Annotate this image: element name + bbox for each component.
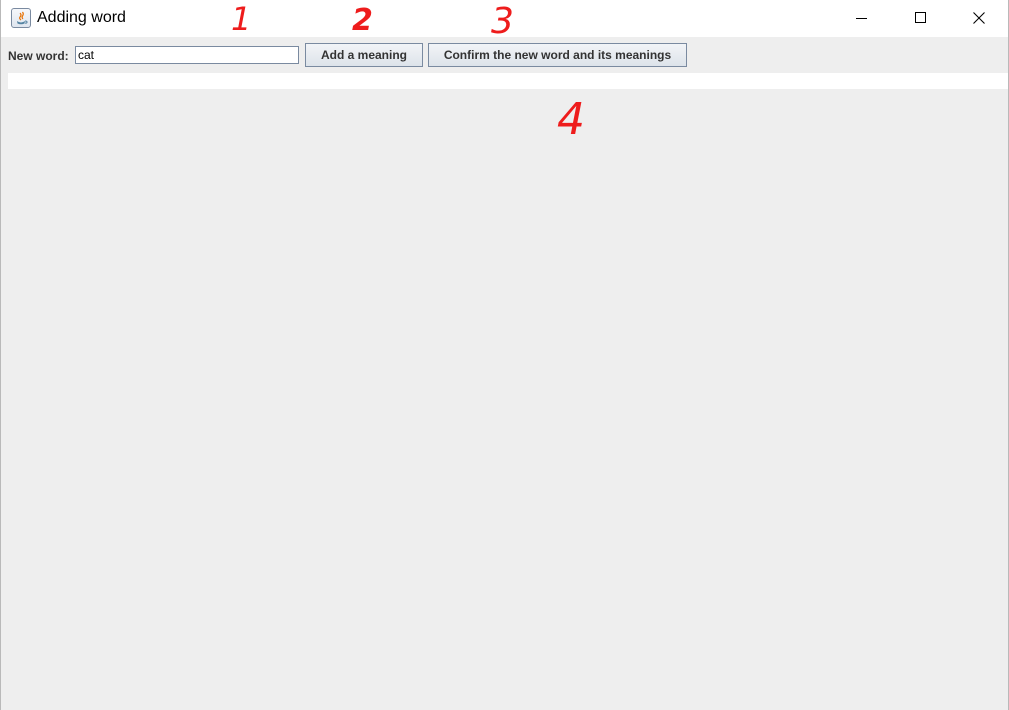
- minimize-icon: [856, 18, 867, 19]
- maximize-button[interactable]: [891, 0, 949, 37]
- new-word-input[interactable]: [75, 46, 299, 64]
- new-word-toolbar: New word: Add a meaning Confirm the new …: [1, 37, 1008, 73]
- close-button[interactable]: [950, 0, 1008, 37]
- content-area: [1, 89, 1008, 710]
- java-app-icon: [11, 8, 31, 28]
- title-bar[interactable]: Adding word: [1, 0, 1008, 37]
- new-word-label: New word:: [8, 49, 69, 63]
- minimize-button[interactable]: [832, 0, 890, 37]
- adding-word-window: Adding word New word: Add a meaning Conf…: [0, 0, 1009, 710]
- maximize-icon: [915, 12, 926, 23]
- confirm-word-button[interactable]: Confirm the new word and its meanings: [428, 43, 687, 67]
- meanings-panel: [8, 73, 1008, 89]
- close-icon: [973, 12, 985, 24]
- add-meaning-button[interactable]: Add a meaning: [305, 43, 423, 67]
- window-title: Adding word: [37, 9, 126, 26]
